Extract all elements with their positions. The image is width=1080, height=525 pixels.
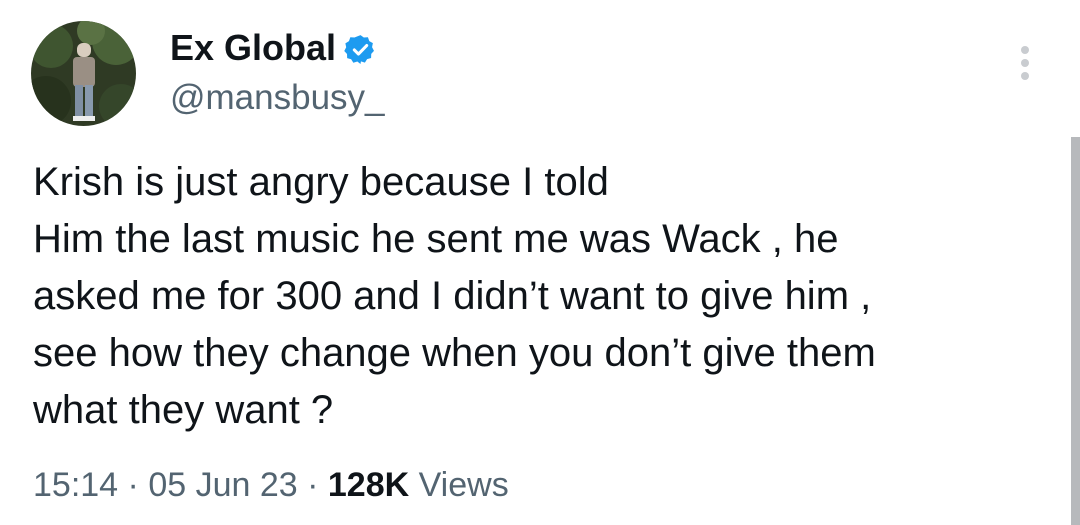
author-name[interactable]: Ex Global — [170, 26, 336, 70]
tweet-text: Krish is just angry because I told Him t… — [33, 154, 1043, 439]
meta-separator: · — [118, 466, 149, 504]
tweet: Ex Global @mansbusy_ Krish is just angry… — [0, 0, 1080, 525]
views-label: Views — [409, 466, 509, 504]
avatar[interactable] — [31, 21, 136, 126]
tweet-text-line: what they want ? — [33, 388, 334, 432]
more-vertical-icon[interactable] — [1013, 44, 1037, 84]
author-handle[interactable]: @mansbusy_ — [170, 76, 385, 120]
tweet-text-line: see how they change when you don’t give … — [33, 331, 876, 375]
tweet-text-line: Krish is just angry because I told — [33, 160, 609, 204]
meta-separator: · — [297, 466, 328, 504]
tweet-text-line: Him the last music he sent me was Wack ,… — [33, 217, 839, 261]
tweet-text-line: asked me for 300 and I didn’t want to gi… — [33, 274, 872, 318]
tweet-time[interactable]: 15:14 — [33, 466, 118, 504]
author-name-row[interactable]: Ex Global — [170, 26, 377, 70]
views-count: 128K — [327, 466, 410, 504]
tweet-meta: 15:14 · 05 Jun 23 · 128K Views — [33, 463, 509, 507]
scrollbar[interactable] — [1071, 137, 1080, 525]
verified-badge-icon — [344, 32, 377, 65]
tweet-date[interactable]: 05 Jun 23 — [148, 466, 297, 504]
